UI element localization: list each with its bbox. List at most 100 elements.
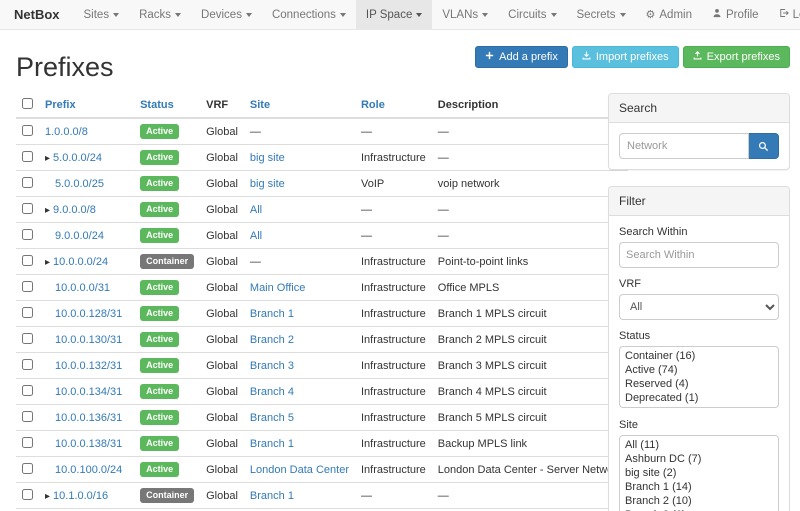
row-checkbox[interactable] xyxy=(22,125,33,136)
site-link[interactable]: All xyxy=(250,204,262,216)
column-header-site[interactable]: Site xyxy=(244,93,355,118)
column-header-status[interactable]: Status xyxy=(134,93,200,118)
add-a-prefix-button[interactable]: Add a prefix xyxy=(475,46,568,68)
prefix-link[interactable]: 9.0.0.0/24 xyxy=(55,230,104,242)
import-prefixes-button[interactable]: Import prefixes xyxy=(572,46,679,68)
site-link[interactable]: All xyxy=(250,230,262,242)
row-checkbox[interactable] xyxy=(22,281,33,292)
role-cell: Infrastructure xyxy=(355,353,432,379)
prefix-link[interactable]: 9.0.0.0/8 xyxy=(53,204,96,216)
status-badge: Active xyxy=(140,332,179,347)
row-checkbox[interactable] xyxy=(22,385,33,396)
column-header-prefix[interactable]: Prefix xyxy=(39,93,134,118)
prefix-row: 10.0.0.130/31ActiveGlobalBranch 2Infrast… xyxy=(16,327,628,353)
prefix-link[interactable]: 10.0.0.134/31 xyxy=(55,386,122,398)
prefix-link[interactable]: 10.0.0.0/24 xyxy=(53,256,108,268)
nav-item-connections[interactable]: Connections xyxy=(262,0,356,29)
site-cell: All xyxy=(244,197,355,223)
prefix-link[interactable]: 10.0.0.128/31 xyxy=(55,308,122,320)
role-cell: Infrastructure xyxy=(355,327,432,353)
nav-item-ip-space[interactable]: IP Space xyxy=(356,0,432,29)
prefix-table: PrefixStatusVRFSiteRoleDescription 1.0.0… xyxy=(16,93,628,511)
prefix-row: 5.0.0.0/25ActiveGlobalbig siteVoIPvoip n… xyxy=(16,171,628,197)
expand-arrow-icon[interactable]: ▸ xyxy=(45,205,50,216)
site-link[interactable]: Main Office xyxy=(250,282,305,294)
column-sort-link[interactable]: Site xyxy=(250,99,270,111)
site-link[interactable]: Branch 4 xyxy=(250,386,294,398)
netbox-logo[interactable]: NetBox xyxy=(0,0,74,29)
row-checkbox[interactable] xyxy=(22,307,33,318)
description-cell: — xyxy=(432,118,629,145)
column-header-role[interactable]: Role xyxy=(355,93,432,118)
nav-item-label: Circuits xyxy=(508,9,546,21)
user-nav-admin[interactable]: ⚙Admin xyxy=(636,0,702,29)
filter-multiselect-status[interactable]: Container (16)Active (74)Reserved (4)Dep… xyxy=(619,346,779,408)
site-link[interactable]: Branch 3 xyxy=(250,360,294,372)
site-link[interactable]: Branch 1 xyxy=(250,490,294,502)
row-checkbox[interactable] xyxy=(22,359,33,370)
row-checkbox[interactable] xyxy=(22,411,33,422)
prefix-link[interactable]: 10.0.0.138/31 xyxy=(55,438,122,450)
site-link[interactable]: Branch 2 xyxy=(250,334,294,346)
prefix-link[interactable]: 5.0.0.0/24 xyxy=(53,152,102,164)
prefix-link[interactable]: 10.0.0.136/31 xyxy=(55,412,122,424)
row-checkbox[interactable] xyxy=(22,229,33,240)
search-button[interactable] xyxy=(749,133,779,159)
row-checkbox[interactable] xyxy=(22,333,33,344)
prefix-link[interactable]: 10.0.100.0/24 xyxy=(55,464,122,476)
select-all-checkbox[interactable] xyxy=(22,98,33,109)
sidebar: Search Filter Search Withi xyxy=(608,93,790,511)
column-sort-link[interactable]: Prefix xyxy=(45,99,76,111)
nav-item-devices[interactable]: Devices xyxy=(191,0,262,29)
user-nav-log-out[interactable]: Log out xyxy=(769,0,800,29)
filter-multiselect-site[interactable]: All (11)Ashburn DC (7)big site (2)Branch… xyxy=(619,435,779,511)
site-link[interactable]: big site xyxy=(250,152,285,164)
prefix-link[interactable]: 5.0.0.0/25 xyxy=(55,178,104,190)
site-link[interactable]: Branch 1 xyxy=(250,438,294,450)
nav-item-vlans[interactable]: VLANs xyxy=(432,0,498,29)
row-checkbox[interactable] xyxy=(22,463,33,474)
row-checkbox[interactable] xyxy=(22,151,33,162)
nav-item-racks[interactable]: Racks xyxy=(129,0,191,29)
status-badge: Active xyxy=(140,280,179,295)
site-link[interactable]: Branch 1 xyxy=(250,308,294,320)
prefix-link[interactable]: 1.0.0.0/8 xyxy=(45,126,88,138)
nav-item-secrets[interactable]: Secrets xyxy=(567,0,636,29)
site-cell: All xyxy=(244,223,355,249)
nav-item-circuits[interactable]: Circuits xyxy=(498,0,566,29)
description-cell: Branch 3 MPLS circuit xyxy=(432,353,629,379)
prefix-row: ▸5.0.0.0/24ActiveGlobalbig siteInfrastru… xyxy=(16,145,628,171)
row-checkbox[interactable] xyxy=(22,177,33,188)
export-prefixes-button[interactable]: Export prefixes xyxy=(683,46,790,68)
expand-arrow-icon[interactable]: ▸ xyxy=(45,491,50,502)
filter-input-search-within[interactable] xyxy=(619,242,779,268)
status-badge: Active xyxy=(140,384,179,399)
site-cell: Branch 2 xyxy=(244,327,355,353)
site-link[interactable]: Branch 5 xyxy=(250,412,294,424)
prefix-row: 10.0.0.132/31ActiveGlobalBranch 3Infrast… xyxy=(16,353,628,379)
site-link[interactable]: big site xyxy=(250,178,285,190)
row-checkbox[interactable] xyxy=(22,203,33,214)
row-checkbox[interactable] xyxy=(22,489,33,500)
status-badge: Active xyxy=(140,124,179,139)
column-sort-link[interactable]: Status xyxy=(140,99,174,111)
prefix-link[interactable]: 10.0.0.0/31 xyxy=(55,282,110,294)
expand-arrow-icon[interactable]: ▸ xyxy=(45,257,50,268)
filter-select-vrf[interactable]: All xyxy=(619,294,779,320)
prefix-link[interactable]: 10.1.0.0/16 xyxy=(53,490,108,502)
caret-down-icon xyxy=(416,13,422,17)
user-nav-profile[interactable]: Profile xyxy=(702,0,769,29)
nav-item-sites[interactable]: Sites xyxy=(74,0,130,29)
expand-arrow-icon[interactable]: ▸ xyxy=(45,153,50,164)
row-checkbox[interactable] xyxy=(22,437,33,448)
column-sort-link[interactable]: Role xyxy=(361,99,385,111)
row-checkbox[interactable] xyxy=(22,255,33,266)
nav-item-label: VLANs xyxy=(442,9,478,21)
prefix-link[interactable]: 10.0.0.130/31 xyxy=(55,334,122,346)
prefix-row: ▸10.1.0.0/16ContainerGlobalBranch 1—— xyxy=(16,483,628,509)
prefix-link[interactable]: 10.0.0.132/31 xyxy=(55,360,122,372)
role-cell: Infrastructure xyxy=(355,301,432,327)
site-link[interactable]: London Data Center xyxy=(250,464,349,476)
vrf-cell: Global xyxy=(200,405,244,431)
search-input[interactable] xyxy=(619,133,749,159)
